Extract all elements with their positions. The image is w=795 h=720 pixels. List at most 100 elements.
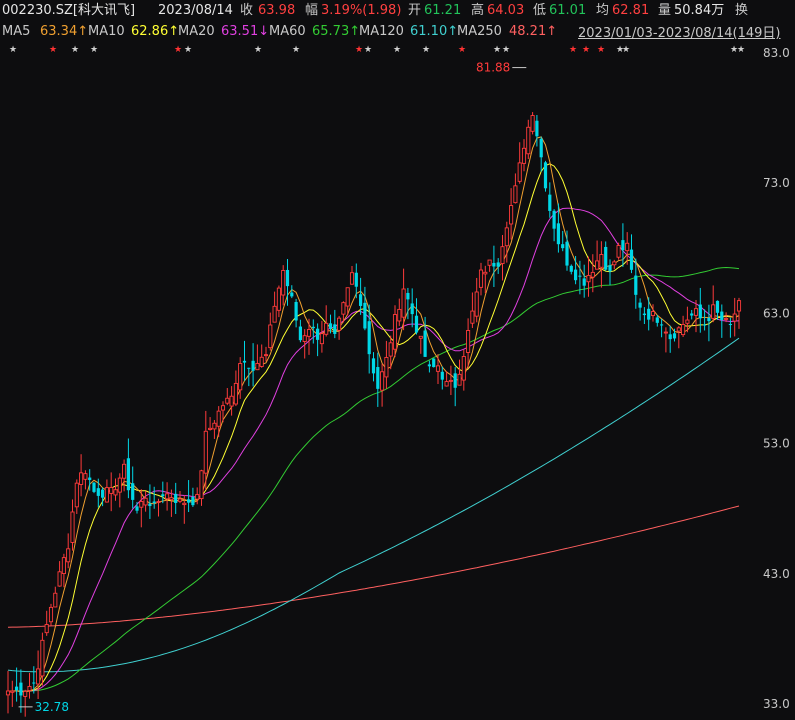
candle-body <box>397 308 402 322</box>
candle <box>500 235 505 281</box>
event-star-icon: ★ <box>737 45 745 55</box>
candle-body <box>135 506 139 511</box>
ma10-line <box>8 163 740 692</box>
candle-body <box>711 304 716 319</box>
candle-body <box>672 333 677 339</box>
ma20-value: 63.51↓ <box>221 24 270 39</box>
candle <box>483 265 488 294</box>
candle-body <box>101 489 105 498</box>
candle <box>165 482 170 511</box>
ma5-value: 63.34↑ <box>40 24 89 39</box>
event-star-icon: ★ <box>458 45 466 55</box>
ma5-label[interactable]: MA5 <box>2 22 30 42</box>
candle <box>156 498 161 517</box>
candle-body <box>337 317 342 331</box>
candle <box>242 340 247 381</box>
candle-body <box>736 300 742 312</box>
candle <box>668 325 672 353</box>
candle <box>5 670 11 714</box>
candle <box>612 259 617 270</box>
candle <box>660 318 664 338</box>
ma60-label[interactable]: MA60 <box>269 22 306 42</box>
candle-body <box>526 126 531 155</box>
candlestick-chart[interactable]: ★ ★ ★ ★ ★ ★ ★ ★ ★ ★ ★ ★ ★ ★ ★ ★ ★ ★ ★★ ★★ 83.0 73.0 63.0 53.0 4… <box>0 0 795 720</box>
candle-body <box>191 496 195 506</box>
candle-body <box>582 278 586 286</box>
change-value: 3.19%(1.98) <box>321 3 402 18</box>
date-range[interactable]: 2023/01/03-2023/08/14(149日) <box>578 22 781 41</box>
candle-body <box>53 592 58 608</box>
ma120-label[interactable]: MA120 <box>359 22 404 42</box>
candle-body <box>251 360 255 371</box>
candle <box>543 160 548 192</box>
candle-body <box>478 269 484 288</box>
candle-body <box>161 494 165 497</box>
ma10-label[interactable]: MA10 <box>88 22 125 42</box>
candle-body <box>113 489 118 496</box>
candle <box>474 277 479 323</box>
candle-body <box>259 356 264 367</box>
candle-body <box>427 364 431 367</box>
candle <box>220 401 226 423</box>
candle-body <box>74 482 79 508</box>
candle-body <box>629 249 634 270</box>
candle-body <box>470 310 475 324</box>
y-tick-label: 53.0 <box>763 437 790 451</box>
candle-body <box>660 324 664 326</box>
event-star-icon: ★ <box>9 45 17 55</box>
ma60-value: 65.73↑ <box>312 24 361 39</box>
candle-body <box>88 477 92 480</box>
candle-body <box>466 330 471 353</box>
candle-body <box>371 358 376 374</box>
candle-body <box>117 477 122 493</box>
candle-body <box>690 313 694 316</box>
candle-body <box>500 246 505 265</box>
candle <box>337 316 342 340</box>
turnover-label[interactable]: 换 <box>735 1 748 21</box>
candle <box>263 346 269 362</box>
candle-body <box>423 330 427 357</box>
candle <box>715 300 720 320</box>
change-label: 幅 <box>305 3 319 18</box>
candle <box>57 561 62 587</box>
candle-body <box>169 497 174 501</box>
candle-body <box>199 470 204 500</box>
candle <box>92 482 96 494</box>
candle-body <box>349 272 355 285</box>
ma20-label[interactable]: MA20 <box>178 22 215 42</box>
candle-body <box>32 682 36 684</box>
y-tick-label: 43.0 <box>763 567 790 581</box>
candle-body <box>410 303 414 315</box>
candle <box>109 472 114 512</box>
candle-body <box>616 245 621 258</box>
candle-body <box>182 502 187 506</box>
candle <box>392 305 398 358</box>
candle <box>435 354 441 385</box>
candle-body <box>521 147 527 164</box>
candle-body <box>79 472 84 485</box>
open-label: 开 <box>408 3 422 18</box>
candle <box>191 487 195 507</box>
candle-body <box>621 240 625 251</box>
candle <box>61 553 66 588</box>
candle-body <box>229 395 234 407</box>
quote-date: 2023/08/14 <box>158 3 233 18</box>
candle <box>298 319 302 343</box>
candle-body <box>15 686 19 691</box>
event-star-icon: ★ <box>71 45 79 55</box>
candle-body <box>165 493 170 500</box>
candle-body <box>638 302 642 308</box>
candle-body <box>148 503 152 507</box>
ma250-label[interactable]: MA250 <box>457 22 502 42</box>
avg-label: 均 <box>596 3 610 18</box>
ma10-value: 62.86↑ <box>131 24 180 39</box>
avg-value: 62.81 <box>612 3 650 18</box>
candle-body <box>92 482 96 492</box>
candle <box>496 258 500 274</box>
candle <box>384 340 389 389</box>
candle <box>376 352 380 407</box>
candle-body <box>513 185 518 204</box>
candle-body <box>131 483 135 500</box>
candle-body <box>432 358 436 368</box>
candle <box>487 259 492 272</box>
